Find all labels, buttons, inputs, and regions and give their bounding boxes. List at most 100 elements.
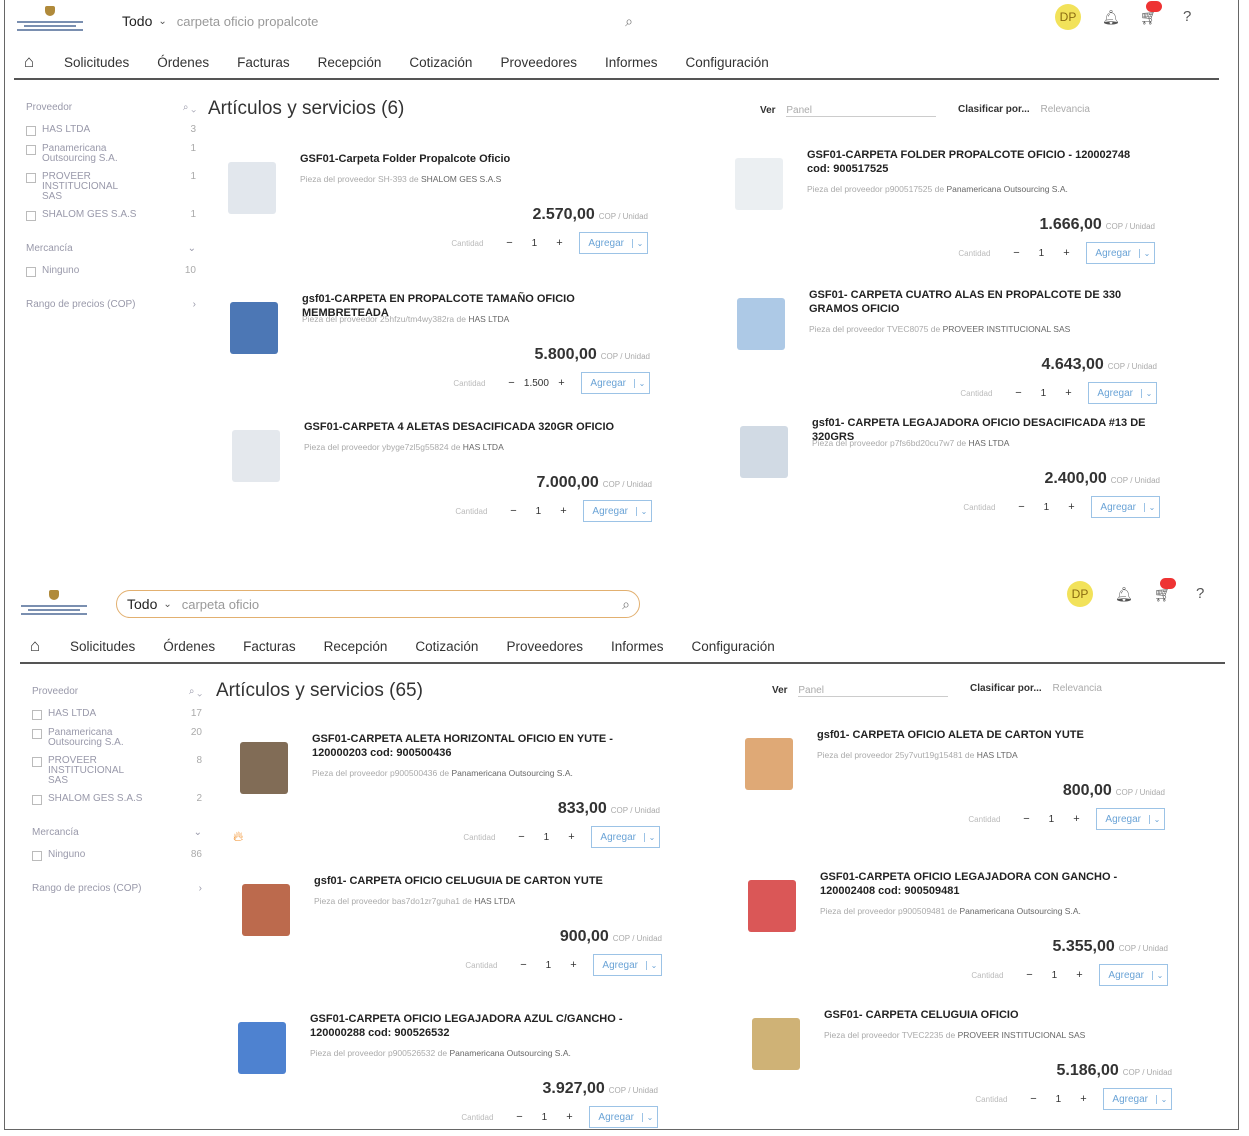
minus-button[interactable]: − [1012, 387, 1024, 399]
search-input[interactable]: carpeta oficio propalcote [177, 14, 616, 29]
bell-icon[interactable]: 🔔︎ [1115, 586, 1133, 603]
plus-button[interactable]: + [567, 959, 579, 971]
nav-cotizacion[interactable]: Cotización [415, 639, 478, 654]
minus-button[interactable]: − [1015, 501, 1027, 513]
product-title[interactable]: GSF01- CARPETA CELUGUIA OFICIO [824, 1008, 1164, 1022]
minus-button[interactable]: − [515, 831, 527, 843]
plus-button[interactable]: + [1077, 1093, 1089, 1105]
quantity-input[interactable]: 1.500 [517, 378, 555, 389]
quantity-input[interactable]: 1 [1024, 388, 1062, 399]
cart-icon[interactable]: 🛒︎ [1154, 578, 1176, 603]
add-button[interactable]: Agregar ⌄ [1099, 964, 1168, 986]
home-icon[interactable]: ⌂ [20, 636, 50, 656]
chevron-right-icon[interactable]: › [193, 299, 196, 310]
chevron-down-icon[interactable]: ⌄ [1149, 814, 1164, 824]
quantity-input[interactable]: 1 [519, 506, 557, 517]
product-title[interactable]: GSF01-Carpeta Folder Propalcote Oficio [300, 152, 640, 166]
supplier-name[interactable]: Panamericana Outsourcing S.A. [451, 768, 572, 778]
checkbox[interactable] [32, 729, 42, 739]
add-button[interactable]: Agregar ⌄ [1096, 808, 1165, 830]
minus-button[interactable]: − [1010, 247, 1022, 259]
product-title[interactable]: gsf01- CARPETA OFICIO ALETA DE CARTON YU… [817, 728, 1157, 742]
quantity-input[interactable]: 1 [527, 832, 565, 843]
search-scope-dropdown[interactable]: Todo ⌄ [112, 13, 177, 29]
supplier-name[interactable]: HAS LTDA [468, 314, 509, 324]
plus-button[interactable]: + [553, 237, 565, 249]
sort-selector[interactable]: Clasificar por... Relevancia [970, 683, 1102, 694]
product-card[interactable]: GSF01-CARPETA FOLDER PROPALCOTE OFICIO -… [735, 148, 1155, 264]
supplier-name[interactable]: SHALOM GES S.A.S [421, 174, 501, 184]
product-image[interactable] [242, 884, 290, 936]
product-image[interactable] [228, 162, 276, 214]
product-image[interactable] [748, 880, 796, 932]
add-button[interactable]: Agregar ⌄ [1088, 382, 1157, 404]
nav-informes[interactable]: Informes [605, 55, 658, 70]
search-icon[interactable]: ⌕ [613, 596, 639, 613]
product-image[interactable] [735, 158, 783, 210]
chevron-down-icon[interactable]: ⌄ [632, 238, 647, 248]
help-icon[interactable]: ? [1183, 8, 1191, 25]
bell-icon[interactable]: 🔔︎ [1102, 9, 1120, 26]
supplier-name[interactable]: Panamericana Outsourcing S.A. [946, 184, 1067, 194]
product-card[interactable]: GSF01-CARPETA OFICIO LEGAJADORA AZUL C/G… [238, 1012, 658, 1128]
nav-solicitudes[interactable]: Solicitudes [70, 639, 135, 654]
supplier-name[interactable]: HAS LTDA [968, 438, 1009, 448]
product-image[interactable] [232, 430, 280, 482]
sort-selector[interactable]: Clasificar por... Relevancia [958, 104, 1090, 115]
nav-informes[interactable]: Informes [611, 639, 664, 654]
view-selector[interactable]: Ver Panel [772, 685, 949, 697]
facet-option[interactable]: Panamericana Outsourcing S.A. 1 [26, 144, 196, 164]
chevron-down-icon[interactable]: ⌄ [1152, 970, 1167, 980]
search-bar[interactable]: Todo ⌄ carpeta oficio ⌕ [116, 590, 640, 618]
chevron-down-icon[interactable]: ⌄ [1139, 248, 1154, 258]
supplier-name[interactable]: Panamericana Outsourcing S.A. [959, 906, 1080, 916]
minus-button[interactable]: − [513, 1111, 525, 1123]
add-button[interactable]: Agregar ⌄ [589, 1106, 658, 1128]
chevron-down-icon[interactable]: ⌄ [1141, 388, 1156, 398]
nav-recepcion[interactable]: Recepción [318, 55, 382, 70]
supplier-name[interactable]: HAS LTDA [977, 750, 1018, 760]
checkbox[interactable] [32, 757, 42, 767]
product-image[interactable] [240, 742, 288, 794]
search-bar[interactable]: Todo ⌄ carpeta oficio propalcote ⌕ [112, 8, 642, 34]
search-icon[interactable]: ⌕ [616, 13, 642, 30]
minus-button[interactable]: − [507, 505, 519, 517]
plus-button[interactable]: + [555, 377, 567, 389]
add-button[interactable]: Agregar ⌄ [1086, 242, 1155, 264]
plus-button[interactable]: + [1060, 247, 1072, 259]
checkbox[interactable] [32, 795, 42, 805]
add-button[interactable]: Agregar ⌄ [579, 232, 648, 254]
add-button[interactable]: Agregar ⌄ [591, 826, 660, 848]
plus-button[interactable]: + [565, 831, 577, 843]
checkbox[interactable] [26, 267, 36, 277]
product-image[interactable] [238, 1022, 286, 1074]
add-button[interactable]: Agregar ⌄ [593, 954, 662, 976]
nav-proveedores[interactable]: Proveedores [500, 55, 577, 70]
facet-option[interactable]: SHALOM GES S.A.S 1 [26, 210, 196, 221]
supplier-name[interactable]: PROVEER INSTITUCIONAL SAS [958, 1030, 1086, 1040]
checkbox[interactable] [26, 173, 36, 183]
product-card[interactable]: gsf01- CARPETA OFICIO CELUGUIA DE CARTON… [242, 874, 662, 984]
add-button[interactable]: Agregar ⌄ [583, 500, 652, 522]
chevron-down-icon[interactable]: ⌄ [642, 1112, 657, 1122]
facet-option[interactable]: SHALOM GES S.A.S 2 [32, 794, 202, 805]
add-button[interactable]: Agregar ⌄ [1103, 1088, 1172, 1110]
product-card[interactable]: GSF01-CARPETA 4 ALETAS DESACIFICADA 320G… [232, 420, 652, 530]
nav-solicitudes[interactable]: Solicitudes [64, 55, 129, 70]
checkbox[interactable] [26, 126, 36, 136]
nav-configuracion[interactable]: Configuración [686, 55, 769, 70]
avatar[interactable]: DP [1055, 4, 1081, 30]
quantity-input[interactable]: 1 [529, 960, 567, 971]
chevron-right-icon[interactable]: › [199, 883, 202, 894]
quantity-input[interactable]: 1 [1032, 814, 1070, 825]
facet-search-icon[interactable]: ⌕ ⌄ [183, 102, 196, 113]
product-title[interactable]: GSF01-CARPETA ALETA HORIZONTAL OFICIO EN… [312, 732, 652, 760]
nav-cotizacion[interactable]: Cotización [409, 55, 472, 70]
nav-recepcion[interactable]: Recepción [324, 639, 388, 654]
minus-button[interactable]: − [503, 237, 515, 249]
avatar[interactable]: DP [1067, 581, 1093, 607]
plus-button[interactable]: + [557, 505, 569, 517]
view-selector[interactable]: Ver Panel [760, 105, 937, 117]
search-input[interactable]: carpeta oficio [182, 597, 613, 612]
product-card[interactable]: GSF01-CARPETA OFICIO LEGAJADORA CON GANC… [748, 870, 1168, 986]
